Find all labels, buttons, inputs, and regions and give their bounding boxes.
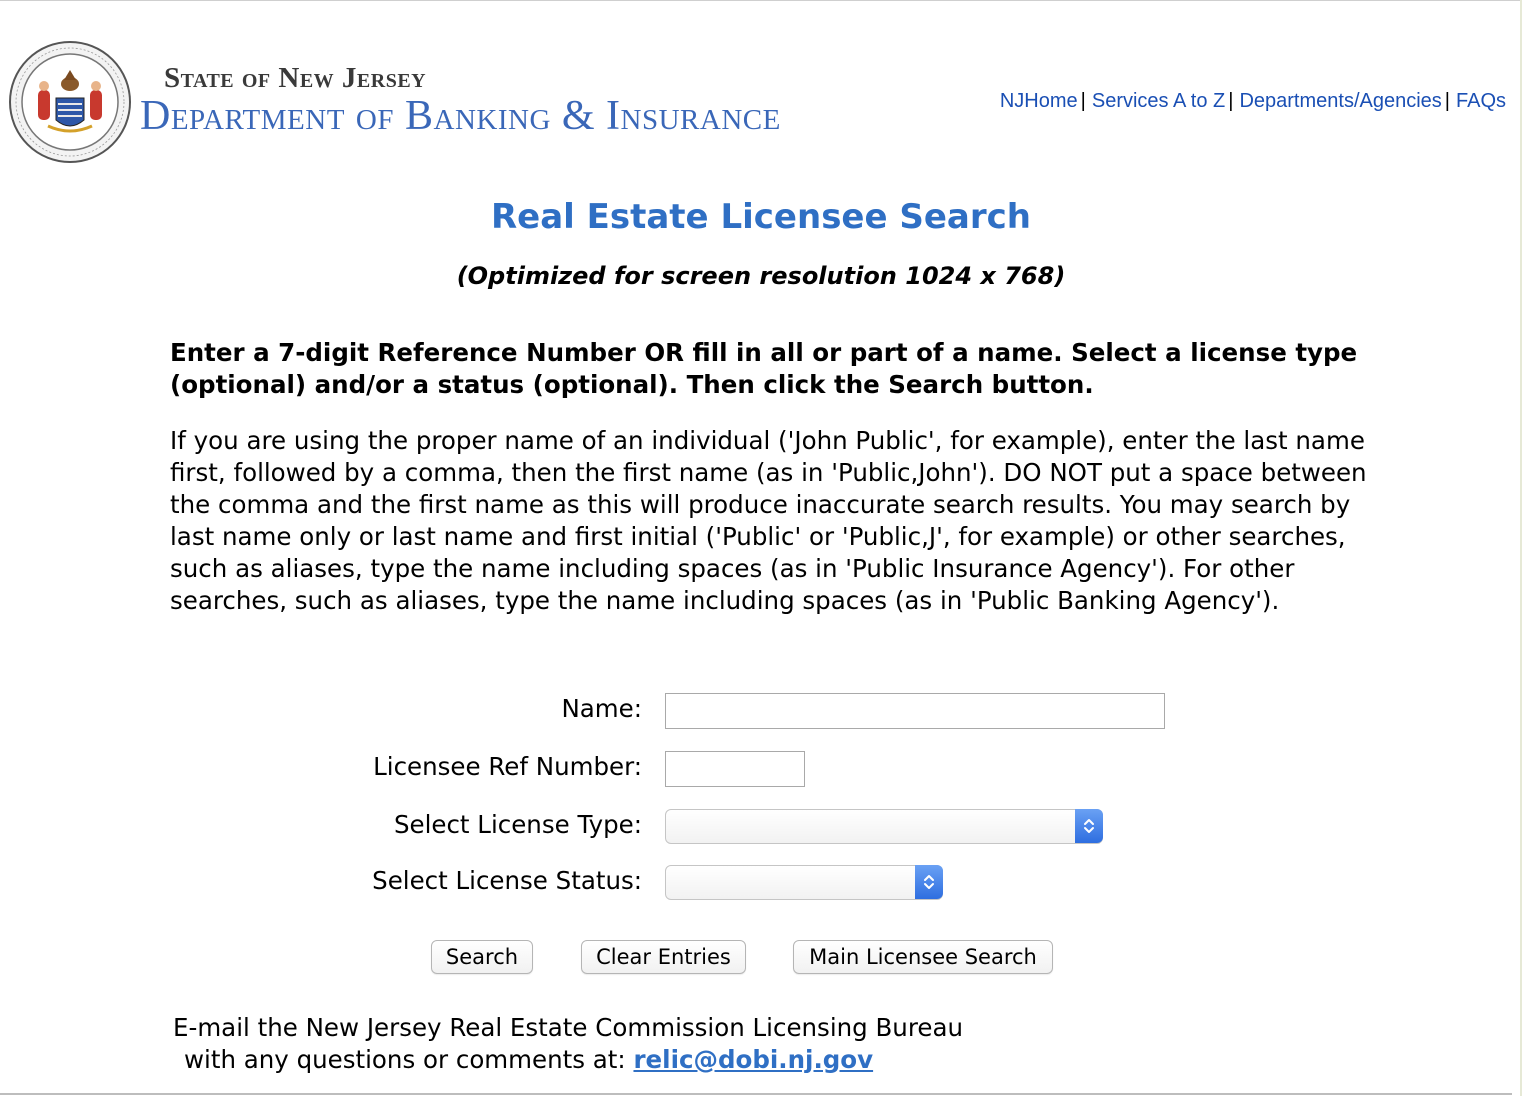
help-paragraph: If you are using the proper name of an i… xyxy=(170,426,1367,615)
nav-faqs-link[interactable]: FAQs xyxy=(1456,90,1506,112)
search-button[interactable]: Search xyxy=(431,940,533,974)
ref-number-input[interactable] xyxy=(665,751,805,787)
license-status-label: Select License Status: xyxy=(372,866,642,895)
chevron-updown-icon xyxy=(1075,809,1103,843)
license-type-label: Select License Type: xyxy=(393,810,642,839)
main-licensee-search-button[interactable]: Main Licensee Search xyxy=(793,940,1053,974)
nav-njhome-link[interactable]: NJHome xyxy=(1000,90,1078,112)
state-title: State of New Jersey xyxy=(164,62,427,94)
nav-departments-link[interactable]: Departments/Agencies xyxy=(1239,90,1441,112)
top-nav: NJHome | Services A to Z | Departments/Agenc… xyxy=(999,90,1506,112)
name-label: Name: xyxy=(561,694,642,723)
contact-email-link[interactable]: relic@dobi.nj.gov xyxy=(633,1045,873,1074)
page-subtitle: (Optimized for screen resolution 1024 x … xyxy=(456,262,1066,290)
license-status-select[interactable] xyxy=(665,865,943,900)
name-input[interactable] xyxy=(665,693,1165,729)
clear-entries-button[interactable]: Clear Entries xyxy=(581,940,746,974)
brand: State of New Jersey Department of Bankin… xyxy=(140,62,781,139)
instructions-text: Enter a 7-digit Reference Number OR fill… xyxy=(170,338,1358,399)
footer-line-1: E-mail the New Jersey Real Estate Commis… xyxy=(173,1013,963,1042)
chevron-updown-icon xyxy=(915,865,943,899)
license-type-select[interactable] xyxy=(665,809,1103,844)
department-title: Department of Banking & Insurance xyxy=(140,93,781,139)
bottom-rule xyxy=(0,1093,1512,1095)
ref-number-label: Licensee Ref Number: xyxy=(373,752,642,781)
footer-line-2: with any questions or comments at: relic… xyxy=(184,1045,873,1074)
state-seal-logo xyxy=(9,41,131,163)
page-title: Real Estate Licensee Search xyxy=(490,197,1032,237)
nav-services-link[interactable]: Services A to Z xyxy=(1092,90,1225,112)
footer-line-2-prefix: with any questions or comments at: xyxy=(184,1045,626,1074)
top-rule xyxy=(0,0,1522,1)
